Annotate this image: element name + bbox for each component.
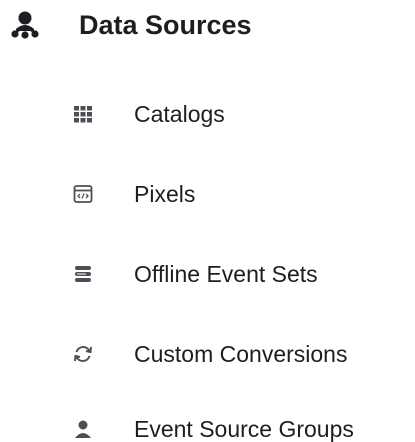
section-title: Data Sources xyxy=(79,10,252,40)
section-header[interactable]: Data Sources xyxy=(0,0,415,60)
data-sources-icon xyxy=(11,11,39,39)
nav-item-pixels[interactable]: Pixels xyxy=(66,170,415,218)
nav-item-catalogs[interactable]: Catalogs xyxy=(66,90,415,138)
nav-item-label: Offline Event Sets xyxy=(134,261,318,287)
refresh-icon xyxy=(74,346,92,362)
nav-item-label: Pixels xyxy=(134,181,196,207)
person-icon xyxy=(75,420,91,438)
nav-item-custom-conversions[interactable]: Custom Conversions xyxy=(66,330,415,378)
code-window-icon xyxy=(73,185,93,203)
nav-item-label: Event Source Groups xyxy=(134,416,354,442)
grid-icon xyxy=(74,106,92,123)
nav-item-event-source-groups[interactable]: Event Source Groups xyxy=(66,405,415,442)
stack-icon xyxy=(75,266,91,282)
nav-item-offline-event-sets[interactable]: Offline Event Sets xyxy=(66,250,415,298)
nav-item-label: Catalogs xyxy=(134,101,225,127)
nav-item-label: Custom Conversions xyxy=(134,341,348,367)
